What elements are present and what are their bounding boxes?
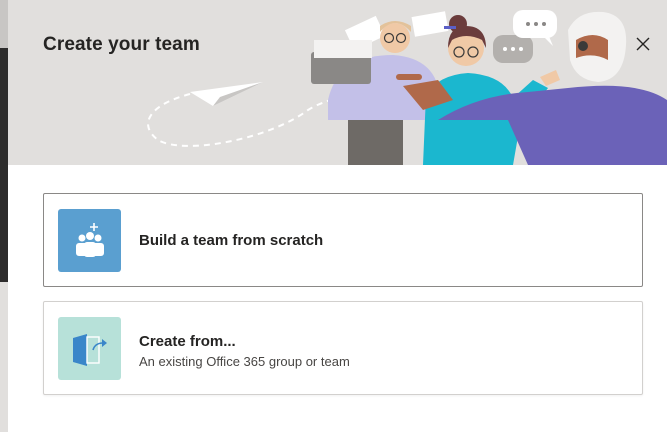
close-button[interactable] — [633, 34, 653, 54]
build-from-scratch-option[interactable]: Build a team from scratch — [43, 193, 643, 287]
paper-airplane-icon — [190, 82, 263, 106]
option-label: Build a team from scratch — [139, 232, 324, 249]
dialog-header: Create your team — [8, 0, 667, 165]
people-add-icon — [75, 222, 104, 257]
speech-bubble-icon — [493, 35, 533, 63]
option-label: Create from... — [139, 333, 236, 350]
door-arrow-icon — [72, 333, 107, 366]
create-team-dialog: Create your team Build a team from scrat… — [8, 0, 667, 432]
option-icon-tile — [58, 209, 121, 272]
dialog-title: Create your team — [43, 34, 200, 55]
backdrop-strip — [0, 282, 8, 432]
option-icon-tile — [58, 317, 121, 380]
app-backdrop — [0, 0, 8, 432]
header-illustration — [147, 10, 667, 165]
option-subtitle: An existing Office 365 group or team — [139, 354, 350, 369]
close-icon — [636, 37, 650, 51]
create-from-option[interactable]: Create from... An existing Office 365 gr… — [43, 301, 643, 395]
backdrop-strip — [0, 0, 8, 48]
